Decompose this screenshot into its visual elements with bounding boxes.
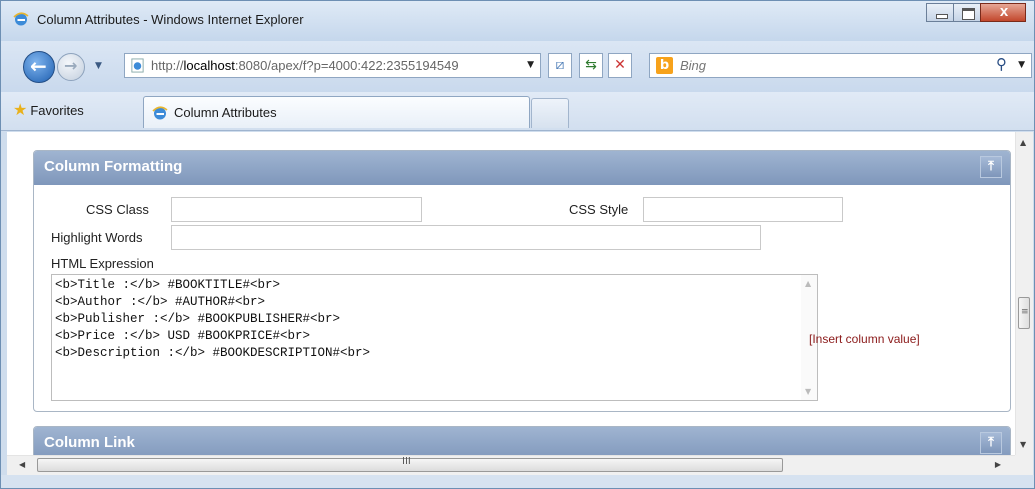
html-expression-textarea[interactable]: <b>Title :</b> #BOOKTITLE#<br> <b>Author… bbox=[51, 274, 818, 401]
insert-column-value-link[interactable]: [Insert column value] bbox=[809, 332, 920, 346]
arrow-up-icon: ⤒ bbox=[988, 159, 994, 174]
css-class-label: CSS Class bbox=[86, 202, 149, 217]
window-title: Column Attributes - Windows Internet Exp… bbox=[37, 12, 304, 27]
stop-icon: ✕ bbox=[614, 57, 626, 73]
arrow-up-icon: ⤒ bbox=[988, 435, 994, 450]
css-class-input[interactable] bbox=[171, 197, 422, 222]
vertical-scroll-thumb[interactable]: ≡ bbox=[1018, 297, 1030, 329]
new-tab-button[interactable] bbox=[531, 98, 569, 128]
column-link-region: Column Link ⤒ bbox=[33, 426, 1011, 455]
navigation-bar: ← → ▼ http://localhost:8080/apex/f?p=400… bbox=[1, 41, 1034, 92]
caption-buttons: x bbox=[926, 3, 1026, 23]
refresh-button[interactable]: ⇆ bbox=[579, 53, 603, 78]
region-header: Column Link ⤒ bbox=[34, 427, 1010, 455]
ie-logo-icon bbox=[152, 106, 168, 120]
scroll-down-icon: ▼ bbox=[805, 387, 812, 396]
scroll-up-icon: ▲ bbox=[805, 279, 812, 288]
column-formatting-region: Column Formatting ⤒ CSS Class CSS Style … bbox=[33, 150, 1011, 412]
minimize-icon bbox=[936, 14, 948, 19]
grip-icon: ≡ bbox=[1021, 307, 1029, 317]
favorites-bar: ★ Favorites Column Attributes bbox=[1, 92, 1034, 131]
page-content: Column Formatting ⤒ CSS Class CSS Style … bbox=[7, 132, 1015, 455]
tab-label: Column Attributes bbox=[174, 105, 277, 120]
page-icon bbox=[131, 58, 144, 73]
star-icon: ★ bbox=[13, 102, 28, 119]
title-bar: Column Attributes - Windows Internet Exp… bbox=[1, 1, 1034, 41]
search-placeholder: Bing bbox=[680, 58, 707, 73]
arrow-right-icon: → bbox=[64, 56, 78, 75]
search-dropdown-icon[interactable]: ▼ bbox=[1018, 60, 1025, 70]
region-title: Column Link bbox=[44, 434, 135, 451]
browser-window: Column Attributes - Windows Internet Exp… bbox=[0, 0, 1035, 489]
address-dropdown-icon[interactable]: ▼ bbox=[527, 60, 534, 70]
forward-button[interactable]: → bbox=[57, 53, 85, 81]
tab-column-attributes[interactable]: Column Attributes bbox=[143, 96, 530, 128]
favorites-button[interactable]: ★ Favorites bbox=[13, 100, 84, 120]
region-title: Column Formatting bbox=[44, 158, 183, 175]
scroll-down-icon[interactable]: ▼ bbox=[1020, 440, 1026, 449]
html-expression-value: <b>Title :</b> #BOOKTITLE#<br> <b>Author… bbox=[55, 278, 371, 360]
maximize-button[interactable] bbox=[953, 3, 981, 22]
address-bar[interactable]: http://localhost:8080/apex/f?p=4000:422:… bbox=[124, 53, 541, 78]
region-header: Column Formatting ⤒ bbox=[34, 151, 1010, 185]
close-icon: x bbox=[999, 3, 1009, 20]
stop-button[interactable]: ✕ bbox=[608, 53, 632, 78]
css-style-label: CSS Style bbox=[569, 202, 629, 217]
address-url: http://localhost:8080/apex/f?p=4000:422:… bbox=[151, 58, 459, 73]
search-box[interactable]: b Bing ⚲ ▼ bbox=[649, 53, 1032, 78]
arrow-left-icon: ← bbox=[30, 54, 47, 78]
compatibility-icon: ⧄ bbox=[555, 57, 565, 73]
scroll-left-icon[interactable]: ◀ bbox=[19, 460, 25, 469]
minimize-button[interactable] bbox=[926, 3, 954, 22]
css-style-input[interactable] bbox=[643, 197, 843, 222]
close-window-button[interactable]: x bbox=[980, 3, 1026, 22]
scroll-right-icon[interactable]: ▶ bbox=[995, 460, 1001, 469]
ie-logo-icon bbox=[13, 12, 29, 26]
maximize-icon bbox=[962, 8, 975, 20]
horizontal-scrollbar[interactable]: ◀ III ▶ bbox=[7, 455, 1015, 475]
search-icon[interactable]: ⚲ bbox=[996, 55, 1007, 73]
highlight-words-input[interactable] bbox=[171, 225, 761, 250]
grip-icon: III bbox=[402, 456, 411, 467]
back-to-top-button[interactable]: ⤒ bbox=[980, 432, 1002, 454]
scroll-up-icon[interactable]: ▲ bbox=[1020, 138, 1026, 147]
status-bar bbox=[1, 475, 1034, 488]
refresh-icon: ⇆ bbox=[585, 57, 597, 73]
back-to-top-button[interactable]: ⤒ bbox=[980, 156, 1002, 178]
compatibility-view-button[interactable]: ⧄ bbox=[548, 53, 572, 78]
bing-icon: b bbox=[656, 57, 673, 74]
horizontal-scroll-thumb[interactable]: III bbox=[37, 456, 783, 472]
vertical-scrollbar[interactable]: ▲ ≡ ▼ bbox=[1015, 132, 1033, 455]
back-button[interactable]: ← bbox=[23, 51, 55, 83]
history-dropdown-icon[interactable]: ▼ bbox=[95, 61, 102, 71]
scrollbar-corner bbox=[1015, 455, 1033, 475]
html-expression-label: HTML Expression bbox=[51, 256, 154, 271]
highlight-words-label: Highlight Words bbox=[51, 230, 143, 245]
